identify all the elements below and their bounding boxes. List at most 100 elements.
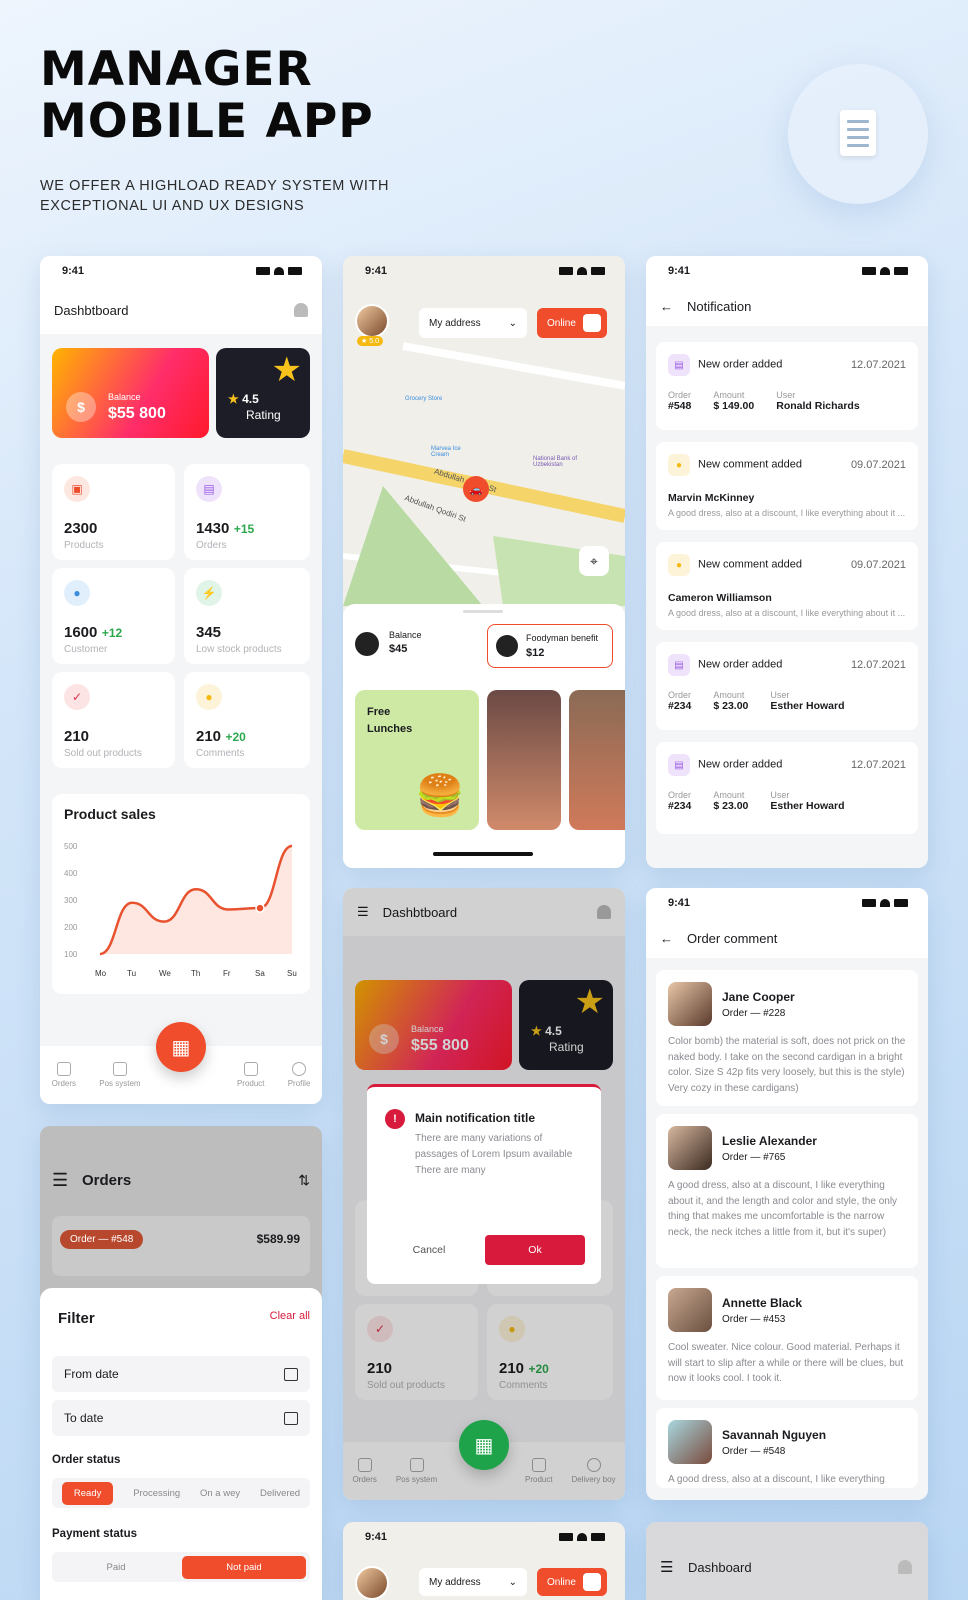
dialog-text: There are many variations of passages of… — [415, 1133, 573, 1176]
nav-label: Product — [236, 1079, 265, 1088]
qr-icon — [112, 1062, 127, 1076]
notification-item[interactable]: ▤ New order added 12.07.2021 Order #234 Amoun… — [656, 742, 918, 834]
bell-icon[interactable] — [898, 1560, 912, 1574]
back-arrow-icon[interactable]: ← — [660, 299, 673, 314]
nav-product[interactable]: Product — [237, 1062, 265, 1088]
status-delivered[interactable]: Delivered — [260, 1488, 300, 1499]
order-user: Ronald Richards — [776, 400, 860, 412]
signal-icon — [862, 267, 908, 275]
order-card[interactable]: Order — #548 $589.99 — [52, 1216, 310, 1276]
page-title: Dashbtboard — [54, 302, 129, 318]
nav-profile[interactable]: Profile — [287, 1062, 311, 1088]
x-tick-label: We — [159, 969, 171, 978]
address-dropdown[interactable]: My address ⌄ — [419, 1568, 527, 1596]
online-label: Online — [547, 1576, 576, 1588]
promo-card-3[interactable] — [569, 690, 625, 830]
status-processing[interactable]: Processing — [133, 1488, 180, 1499]
notification-item[interactable]: ● New comment added 09.07.2021 Cameron Will… — [656, 542, 918, 630]
comment-order: Order — #453 — [722, 1313, 786, 1325]
notification-item[interactable]: ● New comment added 09.07.2021 Marvin McKin… — [656, 442, 918, 530]
comment-text: Color bomb) the material is soft, does n… — [668, 1036, 906, 1094]
nav-label: Profile — [287, 1079, 311, 1088]
status-on-a-wey[interactable]: On a wey — [200, 1488, 240, 1499]
promo-title: Free Lunches — [367, 706, 413, 735]
x-tick-label: Su — [287, 969, 297, 978]
locate-icon[interactable]: ⌖ — [579, 546, 609, 576]
cancel-button[interactable]: Cancel — [383, 1235, 475, 1265]
lightning-icon: ⚡ — [196, 580, 222, 606]
comment-card[interactable]: Jane Cooper Order — #228 Color bomb) the m… — [656, 970, 918, 1106]
balance-card[interactable]: $ Balance $55 800 — [52, 348, 209, 438]
stat-label: Comments — [196, 748, 245, 759]
profile-icon — [292, 1062, 307, 1076]
ok-button[interactable]: Ok — [485, 1235, 585, 1265]
status-ready[interactable]: Ready — [61, 1481, 114, 1505]
map-place-bank: National Bank of Uzbekistan — [533, 456, 578, 468]
bottom-sheet: Balance $45 Foodyman benefit $12 Free Lu… — [343, 604, 625, 868]
avatar[interactable] — [355, 304, 389, 338]
stat-value: 210 — [196, 728, 222, 745]
stat-card-low-stock[interactable]: ⚡ 345 Low stock products — [184, 568, 310, 664]
online-label: Online — [547, 317, 576, 329]
stat-card-comments[interactable]: ● 210 +20 Comments — [184, 672, 310, 768]
order-icon: ▤ — [668, 754, 690, 776]
online-toggle[interactable]: Online — [537, 1568, 607, 1596]
stat-card-customer[interactable]: ● 1600 +12 Customer — [52, 568, 175, 664]
driver-rating-badge: ★ 5.0 — [357, 336, 383, 346]
order-amount: $ 23.00 — [713, 800, 749, 812]
balance-label: Balance — [108, 392, 141, 402]
data-point[interactable] — [255, 903, 265, 913]
status-bar: 9:41 — [646, 256, 928, 286]
bell-icon[interactable] — [294, 303, 308, 317]
promo-card-free-lunches[interactable]: Free Lunches 🍔 — [355, 690, 479, 830]
online-toggle[interactable]: Online — [537, 308, 607, 338]
calendar-icon — [284, 1367, 298, 1381]
hero-title-line2: MOBILE APP — [40, 94, 374, 149]
menu-icon[interactable]: ☰ — [660, 1558, 673, 1576]
nav-label: Pos system — [99, 1079, 141, 1088]
comment-card[interactable]: Leslie Alexander Order — #765 A good dress… — [656, 1114, 918, 1268]
notification-item[interactable]: ▤ New order added 12.07.2021 Order #548 Amoun… — [656, 342, 918, 430]
bag-icon — [243, 1062, 258, 1076]
to-date-field[interactable]: To date — [52, 1400, 310, 1436]
clear-all-link[interactable]: Clear all — [270, 1310, 310, 1322]
sheet-handle[interactable] — [463, 610, 503, 613]
chevron-down-icon: ⌄ — [508, 317, 517, 329]
dashboard-header: Dashbtboard — [40, 286, 322, 334]
address-dropdown[interactable]: My address ⌄ — [419, 308, 527, 338]
x-tick-label: Mo — [95, 969, 107, 978]
commenter-name: Marvin McKinney — [668, 492, 755, 504]
sort-icon[interactable]: ⇅ — [298, 1172, 310, 1189]
user-icon: ● — [64, 580, 90, 606]
payment-paid[interactable]: Paid — [56, 1562, 176, 1573]
rating-card[interactable]: ★ ★ 4.5 Rating — [216, 348, 310, 438]
menu-icon[interactable]: ☰ — [52, 1170, 68, 1191]
car-marker-icon[interactable]: 🚗 — [463, 476, 489, 502]
nav-orders[interactable]: Orders — [52, 1062, 76, 1088]
y-tick-label: 300 — [64, 896, 78, 905]
grid-fab-button[interactable]: ▦ — [156, 1022, 206, 1072]
stat-card-orders[interactable]: ▤ 1430 +15 Orders — [184, 464, 310, 560]
order-icon: ▤ — [668, 354, 690, 376]
toggle-knob — [583, 1573, 601, 1591]
payment-not-paid[interactable]: Not paid — [182, 1555, 306, 1579]
stat-card-products[interactable]: ▣ 2300 Products — [52, 464, 175, 560]
from-date-field[interactable]: From date — [52, 1356, 310, 1392]
avatar[interactable] — [355, 1566, 389, 1600]
comment-card[interactable]: Annette Black Order — #453 Cool sweater. N… — [656, 1276, 918, 1400]
promo-card-2[interactable] — [487, 690, 561, 830]
back-arrow-icon[interactable]: ← — [660, 931, 673, 946]
alert-icon: ! — [385, 1109, 405, 1129]
benefit-card[interactable]: Foodyman benefit $12 — [487, 624, 613, 668]
stat-card-sold-out[interactable]: ✓ 210 Sold out products — [52, 672, 175, 768]
nav-pos[interactable]: Pos system — [99, 1062, 141, 1088]
notification-item[interactable]: ▤ New order added 12.07.2021 Order #234 Amoun… — [656, 642, 918, 730]
comment-card[interactable]: Savannah Nguyen Order — #548 A good dress,… — [656, 1408, 918, 1488]
x-tick-label: Tu — [127, 969, 136, 978]
toggle-knob — [583, 314, 601, 332]
y-tick-label: 200 — [64, 923, 78, 932]
notification-dialog: ! Main notification title There are many… — [367, 1084, 601, 1284]
grid-fab-button[interactable]: ▦ — [459, 1420, 509, 1470]
commenter-name: Savannah Nguyen — [722, 1427, 827, 1442]
notification-type: New order added — [698, 358, 783, 371]
